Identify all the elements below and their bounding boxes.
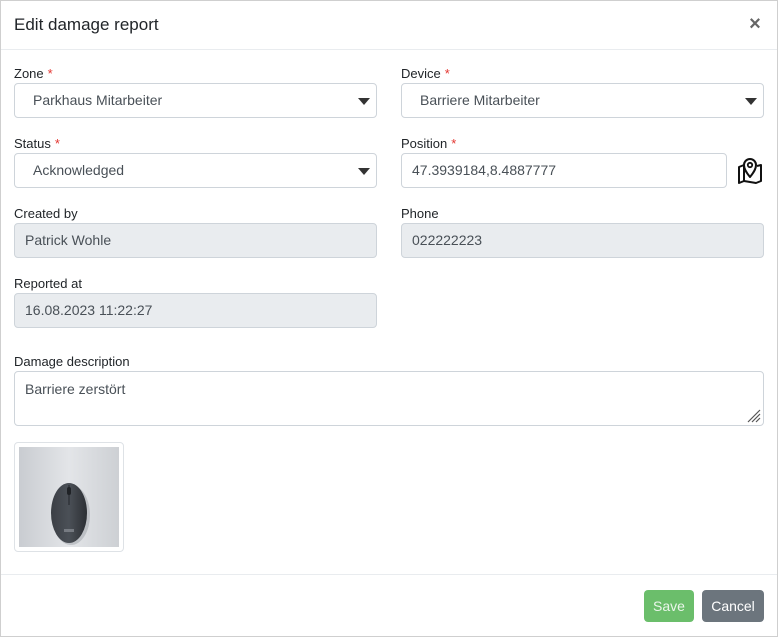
position-label-text: Position <box>401 136 448 151</box>
required-mark: * <box>47 66 53 81</box>
description-textarea[interactable]: Barriere zerstört <box>14 371 764 426</box>
modal-title: Edit damage report <box>14 15 159 34</box>
zone-label-text: Zone <box>14 66 44 81</box>
zone-label: Zone * <box>14 66 53 81</box>
position-input[interactable]: 47.3939184,8.4887777 <box>401 153 727 188</box>
modal-footer: Save Cancel <box>1 574 777 636</box>
device-label: Device * <box>401 66 450 81</box>
edit-damage-report-modal: Edit damage report × Zone * Parkhaus Mita… <box>0 0 778 637</box>
modal-header: Edit damage report × <box>1 1 777 50</box>
close-icon[interactable]: × <box>745 13 765 35</box>
chevron-down-icon <box>745 98 757 105</box>
zone-select-value: Parkhaus Mitarbeiter <box>33 92 163 108</box>
created-by-field: Patrick Wohle <box>14 223 377 258</box>
damage-photo-thumbnail[interactable] <box>14 442 124 552</box>
save-button[interactable]: Save <box>644 590 694 622</box>
chevron-down-icon <box>358 98 370 105</box>
reported-at-label: Reported at <box>14 276 82 291</box>
required-mark: * <box>54 136 60 151</box>
mouse-photo-image <box>19 447 119 547</box>
resize-grip-icon[interactable] <box>745 407 761 423</box>
status-select[interactable]: Acknowledged <box>14 153 377 188</box>
description-text: Barriere zerstört <box>25 381 126 397</box>
device-label-text: Device <box>401 66 441 81</box>
phone-field: 022222223 <box>401 223 764 258</box>
device-select-value: Barriere Mitarbeiter <box>420 92 540 108</box>
position-label: Position * <box>401 136 456 151</box>
zone-select[interactable]: Parkhaus Mitarbeiter <box>14 83 377 118</box>
phone-label: Phone <box>401 206 439 221</box>
chevron-down-icon <box>358 168 370 175</box>
created-by-label: Created by <box>14 206 78 221</box>
device-select[interactable]: Barriere Mitarbeiter <box>401 83 764 118</box>
description-label: Damage description <box>14 354 130 369</box>
required-mark: * <box>451 136 457 151</box>
cancel-button[interactable]: Cancel <box>702 590 764 622</box>
status-select-value: Acknowledged <box>33 162 125 178</box>
status-label-text: Status <box>14 136 51 151</box>
reported-at-field: 16.08.2023 11:22:27 <box>14 293 377 328</box>
status-label: Status * <box>14 136 60 151</box>
map-pin-icon[interactable] <box>735 155 765 185</box>
required-mark: * <box>444 66 450 81</box>
